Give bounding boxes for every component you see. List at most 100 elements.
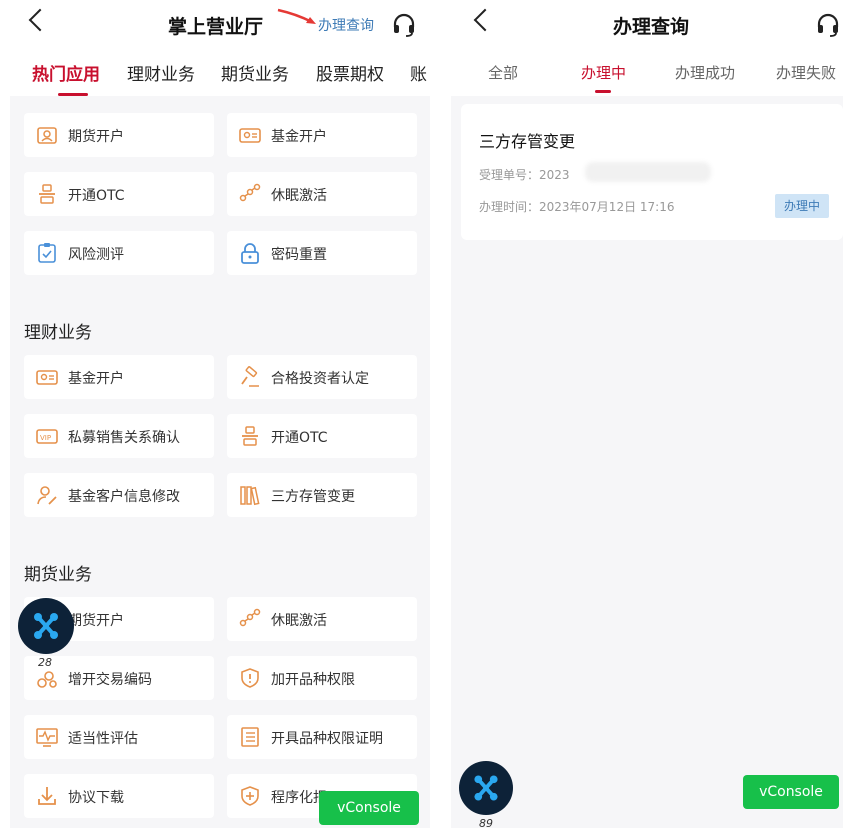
- card-label: 休眠激活: [271, 613, 327, 629]
- query-link[interactable]: 办理查询: [318, 15, 374, 35]
- card-label: 增开交易编码: [68, 672, 152, 688]
- right-header: 办理查询: [451, 0, 843, 48]
- tab-all[interactable]: 全部: [488, 62, 518, 83]
- card-fund-open[interactable]: 基金开户: [227, 113, 417, 157]
- status-badge: 办理中: [775, 194, 829, 218]
- dormant-activate-icon: [239, 608, 261, 627]
- monitor-pulse-icon: [36, 728, 58, 747]
- card-label: 基金开户: [68, 371, 124, 387]
- tab-hot[interactable]: 热门应用: [32, 60, 100, 85]
- svg-text:VIP: VIP: [40, 434, 51, 442]
- otc-icon: [39, 184, 55, 204]
- dormant-activate-icon: [239, 183, 261, 202]
- page-title: 掌上营业厅: [168, 16, 264, 38]
- links-icon: [37, 671, 57, 688]
- redacted-area: [585, 162, 711, 182]
- process-time: 办理时间：2023年07月12日 17:16: [479, 200, 675, 214]
- shield-icon: [241, 668, 259, 688]
- card-label: 合格投资者认定: [271, 371, 369, 387]
- service-list: 期货开户 基金开户 开通OTC 休眠激活 风险测评 密码重置 理财业务 基金开户: [10, 96, 430, 828]
- card-label: 基金客户信息修改: [68, 489, 180, 505]
- record-list: 三方存管变更 受理单号：2023 办理时间：2023年07月12日 17:16 …: [451, 96, 843, 828]
- tab-options[interactable]: 股票期权: [316, 60, 384, 85]
- floating-assistant-button[interactable]: [459, 761, 513, 815]
- card-label: 风险测评: [68, 247, 124, 263]
- card-agreement-download[interactable]: 协议下载: [24, 774, 214, 818]
- card-label: 适当性评估: [68, 731, 138, 747]
- card-dormant[interactable]: 休眠激活: [227, 172, 417, 216]
- floating-badge-count: 28: [38, 656, 52, 669]
- card-label: 基金开户: [271, 129, 327, 145]
- left-header: 掌上营业厅 办理查询: [0, 0, 430, 48]
- card-label: 开具品种权限证明: [271, 731, 383, 747]
- download-icon: [38, 787, 56, 805]
- fund-open-icon: [239, 128, 261, 143]
- record-card[interactable]: 三方存管变更 受理单号：2023 办理时间：2023年07月12日 17:16 …: [461, 104, 843, 240]
- card-label: 三方存管变更: [271, 489, 355, 505]
- otc-icon: [242, 426, 258, 446]
- network-logo-icon: [474, 775, 498, 801]
- card-futures-open[interactable]: 期货开户: [24, 113, 214, 157]
- right-panel: 办理查询 全部 办理中 办理成功 办理失败 三方存管变更 受理单号：2023 办…: [451, 0, 843, 828]
- card-label: 期货开户: [68, 613, 124, 629]
- floating-assistant-button[interactable]: [18, 598, 74, 654]
- vconsole-button[interactable]: vConsole: [743, 775, 839, 809]
- headset-icon[interactable]: [391, 12, 417, 38]
- risk-assessment-icon: [38, 243, 56, 263]
- card-variety-permission[interactable]: 加开品种权限: [227, 656, 417, 700]
- user-edit-icon: [37, 486, 57, 505]
- section-title-finance: 理财业务: [24, 323, 92, 343]
- card-label: 期货开户: [68, 129, 124, 145]
- card-dormant-2[interactable]: 休眠激活: [227, 597, 417, 641]
- shield-plus-icon: [241, 786, 259, 806]
- card-depository-change[interactable]: 三方存管变更: [227, 473, 417, 517]
- futures-open-icon: [37, 127, 57, 144]
- screen-divider: [430, 0, 451, 828]
- card-label: 私募销售关系确认: [68, 430, 180, 446]
- lock-icon: [241, 243, 259, 264]
- card-risk[interactable]: 风险测评: [24, 231, 214, 275]
- books-icon: [240, 486, 260, 506]
- card-label: 休眠激活: [271, 188, 327, 204]
- gavel-icon: [241, 366, 259, 387]
- section-title-futures: 期货业务: [24, 565, 92, 585]
- card-label: 加开品种权限: [271, 672, 355, 688]
- tab-underline: [595, 90, 611, 93]
- tab-failed[interactable]: 办理失败: [776, 62, 836, 83]
- card-customer-info[interactable]: 基金客户信息修改: [24, 473, 214, 517]
- arrow-annotation-icon: [277, 8, 316, 24]
- record-title: 三方存管变更: [479, 132, 576, 151]
- tab-futures[interactable]: 期货业务: [221, 60, 289, 85]
- card-label: 协议下载: [68, 790, 124, 806]
- tab-processing[interactable]: 办理中: [581, 62, 626, 83]
- card-permission-cert[interactable]: 开具品种权限证明: [227, 715, 417, 759]
- tab-account[interactable]: 账: [410, 60, 427, 85]
- card-otc[interactable]: 开通OTC: [24, 172, 214, 216]
- vconsole-button[interactable]: vConsole: [319, 791, 419, 825]
- card-otc-2[interactable]: 开通OTC: [227, 414, 417, 458]
- category-tabs: 热门应用 理财业务 期货业务 股票期权 账: [0, 48, 430, 96]
- network-logo-icon: [34, 613, 58, 639]
- card-label: 开通OTC: [271, 430, 328, 446]
- card-password[interactable]: 密码重置: [227, 231, 417, 275]
- vip-icon: VIP: [36, 429, 58, 444]
- fund-open-icon: [36, 370, 58, 385]
- status-tabs: 全部 办理中 办理成功 办理失败: [451, 48, 843, 96]
- card-qualified-investor[interactable]: 合格投资者认定: [227, 355, 417, 399]
- tab-finance[interactable]: 理财业务: [127, 60, 195, 85]
- headset-icon[interactable]: [815, 12, 841, 38]
- card-private-sales[interactable]: VIP 私募销售关系确认: [24, 414, 214, 458]
- card-trade-code[interactable]: 增开交易编码: [24, 656, 214, 700]
- back-icon[interactable]: [473, 8, 497, 32]
- tab-success[interactable]: 办理成功: [675, 62, 735, 83]
- back-icon[interactable]: [28, 8, 52, 32]
- page-title: 办理查询: [613, 16, 690, 38]
- card-fund-open-2[interactable]: 基金开户: [24, 355, 214, 399]
- card-label: 开通OTC: [68, 188, 125, 204]
- left-panel: 掌上营业厅 办理查询 热门应用 理财业务 期货业务 股票期权 账 期货开户 基金…: [0, 0, 430, 828]
- floating-badge-count: 89: [479, 817, 493, 828]
- list-doc-icon: [241, 727, 259, 747]
- card-label: 密码重置: [271, 247, 327, 263]
- order-number: 受理单号：2023: [479, 168, 570, 182]
- card-suitability[interactable]: 适当性评估: [24, 715, 214, 759]
